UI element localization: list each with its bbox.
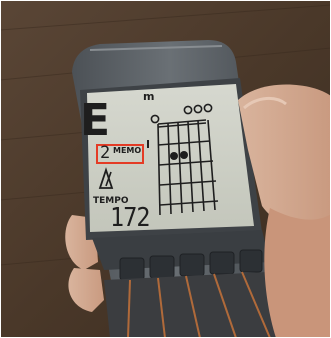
right-hand	[264, 208, 331, 338]
memo-number: 2	[100, 143, 111, 163]
memo-label: MEMO	[113, 146, 142, 155]
chord-root-letter: E	[80, 95, 110, 146]
photo-scene	[0, 0, 331, 338]
tempo-value: 172	[110, 203, 150, 233]
chord-quality: m	[143, 90, 155, 103]
lcd-bar	[147, 140, 149, 148]
